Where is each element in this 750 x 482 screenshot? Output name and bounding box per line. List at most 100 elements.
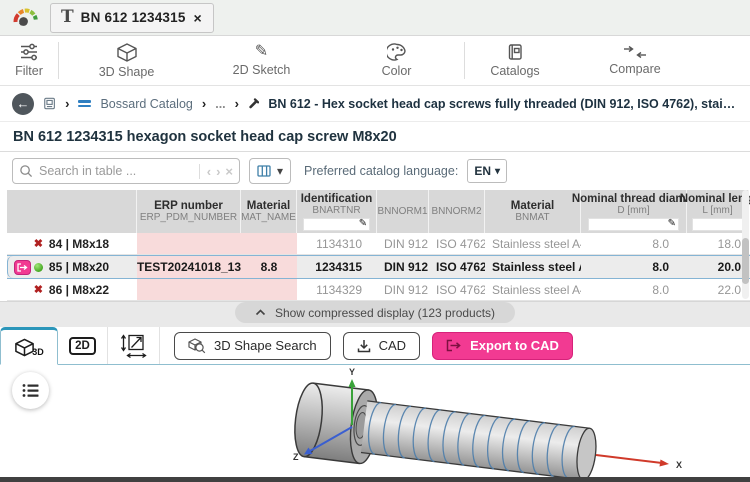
- tab-2d[interactable]: 2D: [58, 327, 108, 364]
- tab-3d[interactable]: 3D: [0, 327, 58, 365]
- header-row-label[interactable]: [7, 190, 137, 233]
- catalogs-label: Catalogs: [490, 64, 540, 78]
- tab-2d-label: 2D: [69, 336, 96, 355]
- cell-norm1: DIN 912: [384, 260, 429, 274]
- header-identification[interactable]: Identification BNARTNR ✎: [297, 190, 377, 233]
- export-to-cad-button[interactable]: Export to CAD: [432, 331, 573, 360]
- header-bnmat[interactable]: Material BNMAT: [485, 190, 581, 233]
- viewer-buttons: 3D Shape Search CAD Export to CAD: [160, 327, 573, 364]
- column-filter-input[interactable]: ✎: [302, 217, 371, 231]
- tab-3d-label: 3D: [32, 346, 44, 357]
- search-clear-icon[interactable]: ×: [225, 164, 233, 179]
- cell-identification: 1134329: [316, 282, 362, 297]
- document-tab[interactable]: T BN 612 1234315 ×: [50, 2, 214, 33]
- cell-norm2: ISO 4762: [436, 260, 485, 274]
- available-icon: [33, 262, 43, 272]
- chevron-up-icon: [255, 309, 266, 316]
- column-filter-input[interactable]: [692, 217, 743, 231]
- axis-x-label: X: [676, 460, 682, 470]
- breadcrumb-catalog-link[interactable]: Bossard Catalog: [100, 97, 192, 111]
- cell-erp: [137, 233, 241, 254]
- palette-icon: [386, 43, 406, 61]
- color-label: Color: [381, 64, 412, 78]
- export-to-cad-label: Export to CAD: [470, 338, 559, 353]
- cell-length: 22.0: [717, 282, 741, 297]
- compress-label: Show compressed display (123 products): [274, 305, 496, 320]
- breadcrumb-chevron: ›: [201, 96, 207, 111]
- screw-3d-model: Y Z X: [293, 367, 682, 477]
- header-erp-number[interactable]: ERP number ERP_PDM_NUMBER: [137, 190, 241, 233]
- cell-material-name: 8.8: [241, 256, 297, 278]
- search-next-icon[interactable]: ›: [216, 164, 220, 179]
- breadcrumb-current: BN 612 - Hex socket head cap screws full…: [268, 96, 738, 111]
- list-menu-icon: [22, 384, 39, 397]
- language-label: Preferred catalog language:: [304, 164, 459, 178]
- language-value: EN: [474, 164, 491, 178]
- color-button[interactable]: Color: [329, 36, 464, 85]
- row-label: 86 | M8x22: [48, 282, 109, 297]
- header-bnnorm1[interactable]: BNNORM1: [377, 190, 429, 233]
- table-row[interactable]: ✖ 84 | M8x18 1134310 DIN 912 ISO 4762 St…: [7, 233, 750, 255]
- 3d-shape-button[interactable]: 3D Shape: [59, 36, 194, 85]
- header-bnnorm2[interactable]: BNNORM2: [429, 190, 485, 233]
- breadcrumb-chevron: ›: [234, 96, 239, 111]
- 2d-sketch-button[interactable]: ✎ 2D Sketch: [194, 36, 329, 85]
- table-scrollbar[interactable]: [742, 190, 749, 299]
- cell-material-name: [241, 233, 297, 254]
- 3d-shape-search-label: 3D Shape Search: [214, 338, 317, 353]
- cell-norm1: DIN 912: [384, 236, 429, 251]
- header-thread-diameter[interactable]: Nominal thread diam... D [mm] ✎: [572, 190, 695, 233]
- table-row[interactable]: ✖ 86 | M8x22 1134329 DIN 912 ISO 4762 St…: [7, 279, 750, 301]
- screw-icon: [249, 98, 260, 109]
- cell-norm1: DIN 912: [384, 282, 429, 297]
- column-chooser-button[interactable]: ▾: [249, 158, 292, 184]
- row-label: 84 | M8x18: [48, 236, 109, 251]
- header-nominal-length[interactable]: Nominal leng. L [mm]: [680, 190, 750, 233]
- cad-button[interactable]: CAD: [342, 331, 421, 360]
- 3d-shape-label: 3D Shape: [98, 64, 155, 79]
- scrollbar-thumb[interactable]: [742, 238, 749, 284]
- search-prev-icon[interactable]: ‹: [207, 164, 211, 179]
- table-row-selected[interactable]: 85 | M8x20 TEST20241018_13 8.8 1234315 D…: [7, 255, 750, 279]
- column-filter-input[interactable]: ✎: [587, 217, 680, 231]
- performance-gauge-icon[interactable]: [0, 6, 50, 29]
- unavailable-icon: ✖: [33, 238, 43, 250]
- cad-label: CAD: [378, 338, 407, 353]
- export-icon: [446, 339, 461, 352]
- cell-diameter: 8.0: [652, 236, 669, 251]
- search-input[interactable]: [39, 164, 193, 178]
- filter-button[interactable]: Filter: [0, 36, 58, 85]
- window-tab-bar: T BN 612 1234315 ×: [0, 0, 750, 36]
- breadcrumb: ← › Bossard Catalog › ... › BN 612 - Hex…: [0, 86, 750, 122]
- cell-erp: [137, 279, 241, 300]
- tab-dimensions[interactable]: [108, 327, 160, 364]
- page-title: BN 612 1234315 hexagon socket head cap s…: [0, 122, 750, 152]
- catalog-page-icon[interactable]: [43, 96, 56, 111]
- close-icon[interactable]: ×: [193, 10, 203, 26]
- cell-material: Stainless steel A4: [492, 282, 581, 297]
- cell-identification: 1234315: [315, 260, 362, 274]
- compress-toggle[interactable]: Show compressed display (123 products): [234, 302, 516, 323]
- 3d-shape-search-button[interactable]: 3D Shape Search: [174, 331, 331, 360]
- cell-material-name: [241, 279, 297, 300]
- chevron-down-icon: ▾: [277, 164, 284, 178]
- breadcrumb-ellipsis[interactable]: ...: [215, 97, 225, 111]
- 3d-viewport[interactable]: Y Z X: [0, 365, 750, 477]
- table-header: ERP number ERP_PDM_NUMBER Material MAT_N…: [7, 190, 750, 233]
- cell-norm2: ISO 4762: [436, 282, 485, 297]
- main-toolbar: Filter 3D Shape ✎ 2D Sketch Color Catalo…: [0, 36, 750, 86]
- book-icon: [508, 44, 522, 60]
- language-dropdown[interactable]: EN ▾: [467, 159, 508, 183]
- back-button[interactable]: ←: [12, 92, 34, 115]
- cell-identification: 1134310: [316, 236, 362, 251]
- header-material-name[interactable]: Material MAT_NAME: [241, 190, 297, 233]
- catalogs-button[interactable]: Catalogs: [465, 36, 565, 85]
- cell-length: 18.0: [717, 236, 741, 251]
- download-icon: [357, 339, 370, 352]
- compare-label: Compare: [609, 62, 661, 76]
- filter-label: Filter: [15, 64, 43, 78]
- cell-material: Stainless steel A4: [492, 236, 581, 251]
- compare-button[interactable]: Compare: [565, 36, 705, 85]
- viewer-tab-strip: 3D 2D 3D Shape Search CAD Export to CAD: [0, 327, 750, 365]
- viewport-menu-button[interactable]: [12, 372, 49, 409]
